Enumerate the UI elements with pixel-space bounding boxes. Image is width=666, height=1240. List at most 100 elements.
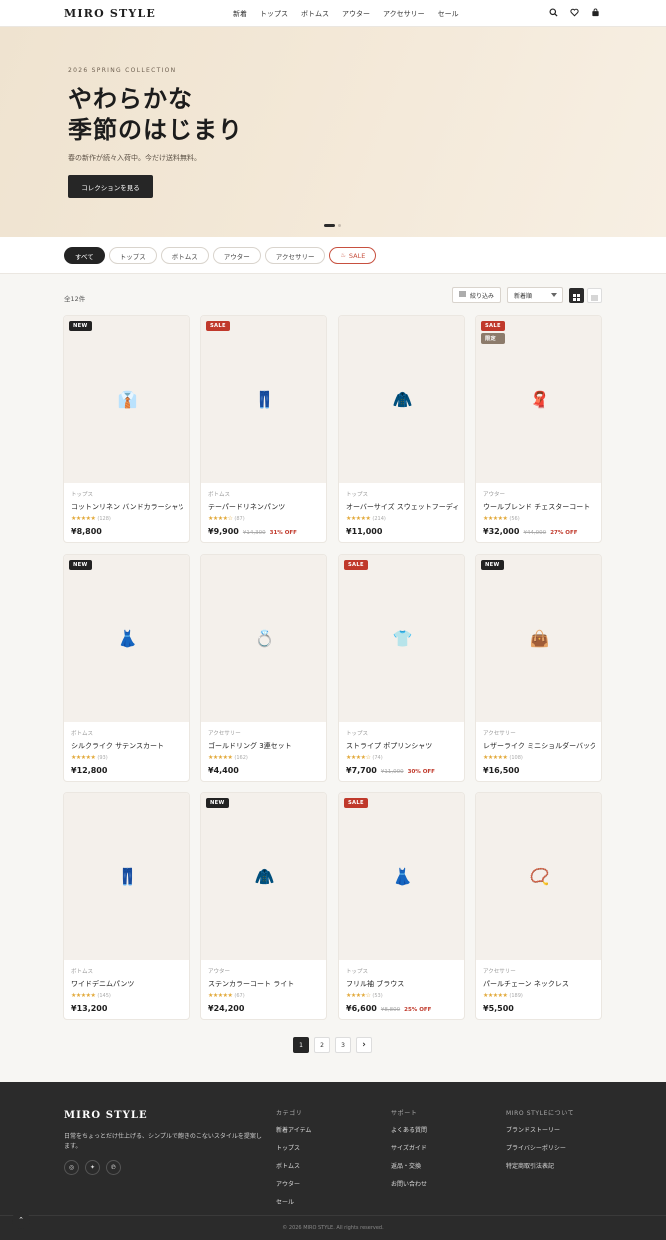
product-name[interactable]: パールチェーン ネックレス [483,979,595,989]
product-name[interactable]: オーバーサイズ スウェットフーディ [346,502,458,512]
price-row: ¥13,200 [71,1004,183,1013]
product-card[interactable]: NEW 👔 トップス コットンリネン バンドカラーシャツ ★★★★★ (128)… [63,315,190,543]
product-card[interactable]: 💍 アクセサリー ゴールドリング 3連セット ★★★★★ (162) ¥4,40… [200,554,327,782]
next-page-button[interactable]: › [356,1037,372,1053]
product-name[interactable]: ウールブレンド チェスターコート [483,502,595,512]
product-name[interactable]: シルクライク サテンスカート [71,741,183,751]
product-name[interactable]: フリル袖 ブラウス [346,979,458,989]
product-image[interactable]: 💍 [201,555,326,722]
footer-link[interactable]: ブランドストーリー [506,1125,574,1134]
product-card[interactable]: 🧥 トップス オーバーサイズ スウェットフーディ ★★★★★ (214) ¥11… [338,315,465,543]
footer-link[interactable]: セール [276,1197,311,1206]
footer-link[interactable]: 返品・交換 [391,1161,427,1170]
nav-item-tops[interactable]: トップス [260,9,288,19]
product-image[interactable]: SALE 限定 🧣 [476,316,601,483]
heart-icon[interactable] [570,8,579,17]
product-image[interactable]: SALE 👕 [339,555,464,722]
product-info: ボトムス シルクライク サテンスカート ★★★★★ (93) ¥12,800 [71,729,183,775]
star-rating: ★★★★★ [483,515,508,522]
product-card[interactable]: 📿 アクセサリー パールチェーン ネックレス ★★★★★ (189) ¥5,50… [475,792,602,1020]
product-image[interactable]: 📿 [476,793,601,960]
product-image[interactable]: SALE 👖 [201,316,326,483]
footer-logo[interactable]: MIRO STYLE [64,1110,148,1121]
product-image[interactable]: 👖 [64,793,189,960]
product-card[interactable]: NEW 👜 アクセサリー レザーライク ミニショルダーバッグ ★★★★★ (10… [475,554,602,782]
hero-slide-dots [324,224,341,227]
badge-group: NEW [206,798,229,808]
product-card[interactable]: NEW 👗 ボトムス シルクライク サテンスカート ★★★★★ (93) ¥12… [63,554,190,782]
chip-all[interactable]: すべて [64,247,105,264]
grid-view-toggle[interactable] [569,288,584,303]
product-rating: ★★★★☆ (87) [208,515,320,522]
footer-link[interactable]: お問い合わせ [391,1179,427,1188]
product-name[interactable]: テーパードリネンパンツ [208,502,320,512]
slide-dot[interactable] [338,224,341,227]
page-2[interactable]: 2 [314,1037,330,1053]
review-count: (93) [97,754,108,761]
nav-item-bottoms[interactable]: ボトムス [301,9,329,19]
chip-outer[interactable]: アウター [212,247,261,264]
footer-link[interactable]: 特定商取引法表記 [506,1161,574,1170]
product-badge: NEW [69,321,92,331]
nav-item-accessory[interactable]: アクセサリー [383,9,425,19]
list-view-toggle[interactable] [587,288,602,303]
star-rating: ★★★★★ [346,515,371,522]
nav-item-outer[interactable]: アウター [342,9,370,19]
product-badge: NEW [206,798,229,808]
product-rating: ★★★★★ (67) [208,992,320,999]
pinterest-icon[interactable]: ℗ [106,1160,121,1175]
back-to-top-button[interactable]: ⌃ [12,1211,30,1229]
product-card[interactable]: SALE 限定 🧣 アウター ウールブレンド チェスターコート ★★★★★ (56… [475,315,602,543]
product-rating: ★★★★★ (145) [71,992,183,999]
footer-link[interactable]: ボトムス [276,1161,311,1170]
product-image[interactable]: NEW 👗 [64,555,189,722]
chip-sale[interactable]: ♨ SALE [329,247,377,264]
instagram-icon[interactable]: ◎ [64,1160,79,1175]
product-image[interactable]: 🧥 [339,316,464,483]
sort-select[interactable]: 新着順 [507,287,563,303]
footer-link[interactable]: プライバシーポリシー [506,1143,574,1152]
product-card[interactable]: NEW 🧥 アウター ステンカラーコート ライト ★★★★★ (67) ¥24,… [200,792,327,1020]
product-name[interactable]: ステンカラーコート ライト [208,979,320,989]
product-card[interactable]: SALE 👖 ボトムス テーパードリネンパンツ ★★★★☆ (87) ¥9,90… [200,315,327,543]
page-3[interactable]: 3 [335,1037,351,1053]
view-collection-button[interactable]: コレクションを見る [68,175,153,198]
product-image[interactable]: SALE 👗 [339,793,464,960]
footer-link[interactable]: トップス [276,1143,311,1152]
product-name[interactable]: コットンリネン バンドカラーシャツ [71,502,183,512]
search-icon[interactable] [549,8,558,17]
nav-item-new[interactable]: 新着 [233,9,247,19]
product-card[interactable]: 👖 ボトムス ワイドデニムパンツ ★★★★★ (145) ¥13,200 [63,792,190,1020]
twitter-icon[interactable]: ✦ [85,1160,100,1175]
product-name[interactable]: ストライプ ポプリンシャツ [346,741,458,751]
footer-link[interactable]: アウター [276,1179,311,1188]
page-1[interactable]: 1 [293,1037,309,1053]
chip-tops[interactable]: トップス [108,247,157,264]
review-count: (108) [509,754,523,761]
slide-dot-active[interactable] [324,224,335,227]
chip-accessory[interactable]: アクセサリー [264,247,326,264]
price-row: ¥16,500 [483,766,595,775]
product-thumbnail-icon: 📿 [529,866,550,886]
footer-link[interactable]: 新着アイテム [276,1125,311,1134]
list-icon [591,286,598,305]
product-name[interactable]: レザーライク ミニショルダーバッグ [483,741,595,751]
footer-link[interactable]: サイズガイド [391,1143,427,1152]
product-thumbnail-icon: 🧥 [392,389,413,409]
price-row: ¥7,700 ¥11,000 30% OFF [346,766,458,775]
product-card[interactable]: SALE 👕 トップス ストライプ ポプリンシャツ ★★★★☆ (74) ¥7,… [338,554,465,782]
product-image[interactable]: NEW 🧥 [201,793,326,960]
product-price: ¥5,500 [483,1004,514,1013]
site-logo[interactable]: MIRO STYLE [64,7,156,20]
star-rating: ★★★★★ [483,992,508,999]
chip-bottoms[interactable]: ボトムス [160,247,209,264]
product-card[interactable]: SALE 👗 トップス フリル袖 ブラウス ★★★★☆ (53) ¥6,600 … [338,792,465,1020]
bag-icon[interactable] [591,8,600,17]
footer-link[interactable]: よくある質問 [391,1125,427,1134]
product-name[interactable]: ゴールドリング 3連セット [208,741,320,751]
product-image[interactable]: NEW 👔 [64,316,189,483]
filter-button[interactable]: 絞り込み [452,287,501,303]
product-image[interactable]: NEW 👜 [476,555,601,722]
product-name[interactable]: ワイドデニムパンツ [71,979,183,989]
nav-item-sale[interactable]: セール [438,9,459,19]
